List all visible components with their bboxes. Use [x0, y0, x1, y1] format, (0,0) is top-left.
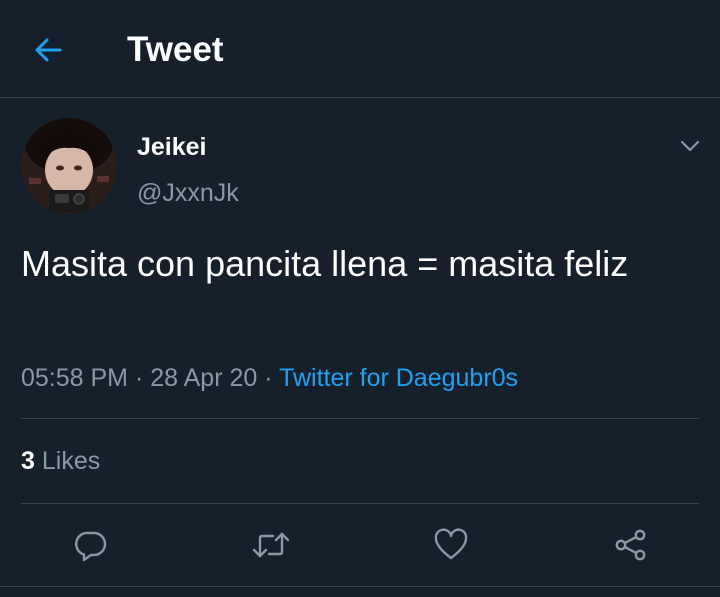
heart-icon — [434, 528, 468, 560]
arrow-left-icon — [35, 38, 62, 62]
chevron-down-icon — [680, 140, 700, 152]
tweet-detail-screen: Tweet Jeikei @JxxnJk Masita con pancita … — [0, 0, 720, 597]
tweet-action-bar — [0, 515, 720, 575]
retweet-button[interactable] — [249, 523, 293, 567]
author-display-name[interactable]: Jeikei — [137, 131, 207, 163]
tweet-date: 28 Apr 20 — [150, 364, 258, 392]
back-button[interactable] — [28, 30, 68, 70]
share-button[interactable] — [609, 523, 653, 567]
avatar[interactable] — [21, 118, 117, 214]
tweet-text: Masita con pancita llena = masita feliz — [21, 243, 629, 284]
divider — [21, 418, 699, 419]
likes-count: 3 — [21, 447, 35, 475]
meta-separator: · — [134, 364, 144, 392]
tweet-meta: 05:58 PM · 28 Apr 20 · Twitter for Daegu… — [21, 361, 518, 395]
more-options-button[interactable] — [676, 132, 704, 160]
meta-separator: · — [264, 364, 273, 392]
likes-count-link[interactable]: 3 Likes — [21, 444, 100, 478]
reply-icon — [75, 531, 107, 562]
page-title: Tweet — [127, 30, 224, 69]
reply-button[interactable] — [69, 523, 113, 567]
share-icon — [615, 529, 646, 561]
author-handle[interactable]: @JxxnJk — [137, 177, 239, 209]
retweet-icon — [252, 532, 290, 558]
avatar-image — [21, 118, 117, 214]
divider — [0, 586, 720, 587]
likes-label: Likes — [41, 447, 101, 475]
like-button[interactable] — [429, 523, 473, 567]
tweet-time: 05:58 PM — [21, 364, 129, 392]
tweet-source-link[interactable]: Twitter for Daegubr0s — [279, 364, 518, 392]
top-app-bar: Tweet — [0, 0, 720, 98]
divider — [21, 503, 699, 504]
